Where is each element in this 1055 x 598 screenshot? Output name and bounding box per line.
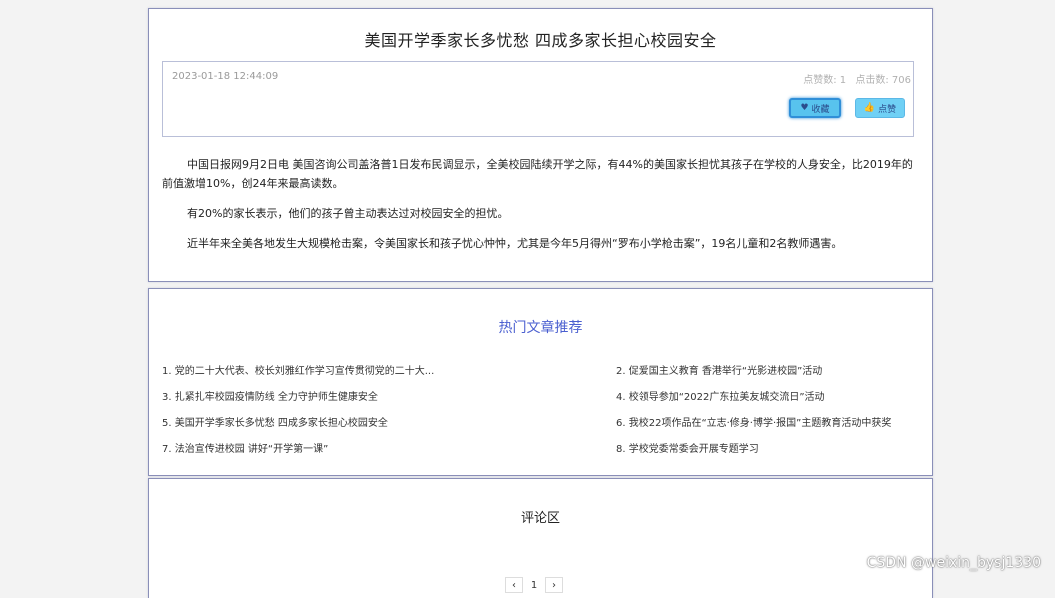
article-title: 美国开学季家长多忧愁 四成多家长担心校园安全 (364, 31, 717, 50)
article-content: 中国日报网9月2日电 美国咨询公司盖洛普1日发布民调显示，全美校园陆续开学之际，… (162, 155, 914, 264)
watermark: CSDN @weixin_bysj1330 (866, 555, 1041, 571)
article-paragraph: 有20%的家长表示，他们的孩子曾主动表达过对校园安全的担忧。 (187, 207, 509, 220)
click-count: 点击数: 706 (855, 75, 911, 86)
hot-articles-list: 1. 党的二十大代表、校长刘雅红作学习宣传贯彻党的二十大... 2. 促爱国主义… (162, 363, 922, 458)
like-button-label: 点赞 (878, 104, 897, 115)
heart-icon: ♥ (800, 103, 809, 113)
hot-article-link[interactable]: 1. 党的二十大代表、校长刘雅红作学习宣传贯彻党的二十大... (162, 363, 616, 380)
hot-articles-title: 热门文章推荐 (498, 320, 583, 336)
pager-next-button[interactable]: › (545, 577, 563, 593)
collect-button[interactable]: ♥ 收藏 (789, 98, 841, 118)
hot-articles-card: 热门文章推荐 1. 党的二十大代表、校长刘雅红作学习宣传贯彻党的二十大... 2… (148, 288, 933, 476)
article-date: 2023-01-18 12:44:09 (172, 71, 279, 82)
hot-article-link[interactable]: 7. 法治宣传进校园 讲好“开学第一课” (162, 441, 616, 458)
article-card: 美国开学季家长多忧愁 四成多家长担心校园安全 2023-01-18 12:44:… (148, 8, 933, 282)
like-button[interactable]: 👍 点赞 (855, 98, 905, 118)
pagination: ‹ 1 › (505, 577, 565, 593)
pager-current-page[interactable]: 1 (525, 577, 543, 593)
collect-button-label: 收藏 (811, 104, 830, 115)
article-meta-box: 2023-01-18 12:44:09 点赞数: 1 点击数: 706 ♥ 收藏… (162, 61, 914, 137)
article-paragraph: 近半年来全美各地发生大规模枪击案，令美国家长和孩子忧心忡忡，尤其是今年5月得州“… (187, 237, 843, 250)
hot-article-link[interactable]: 8. 学校党委常委会开展专题学习 (616, 441, 922, 458)
hot-article-link[interactable]: 5. 美国开学季家长多忧愁 四成多家长担心校园安全 (162, 415, 616, 432)
comments-card: 评论区 ‹ 1 › (148, 478, 933, 598)
article-counts: 点赞数: 1 点击数: 706 (797, 71, 911, 86)
hot-article-link[interactable]: 3. 扎紧扎牢校园疫情防线 全力守护师生健康安全 (162, 389, 616, 406)
hot-article-link[interactable]: 2. 促爱国主义教育 香港举行“光影进校园”活动 (616, 363, 922, 380)
like-count: 点赞数: 1 (803, 75, 847, 86)
thumbs-up-icon: 👍 (863, 103, 876, 113)
pager-prev-button[interactable]: ‹ (505, 577, 523, 593)
hot-article-link[interactable]: 4. 校领导参加“2022广东拉美友城交流日”活动 (616, 389, 922, 406)
comments-title: 评论区 (520, 511, 560, 526)
hot-article-link[interactable]: 6. 我校22项作品在“立志·修身·博学·报国”主题教育活动中获奖 (616, 415, 922, 432)
page-container: 美国开学季家长多忧愁 四成多家长担心校园安全 2023-01-18 12:44:… (148, 8, 933, 598)
article-paragraph: 中国日报网9月2日电 美国咨询公司盖洛普1日发布民调显示，全美校园陆续开学之际，… (162, 158, 913, 190)
